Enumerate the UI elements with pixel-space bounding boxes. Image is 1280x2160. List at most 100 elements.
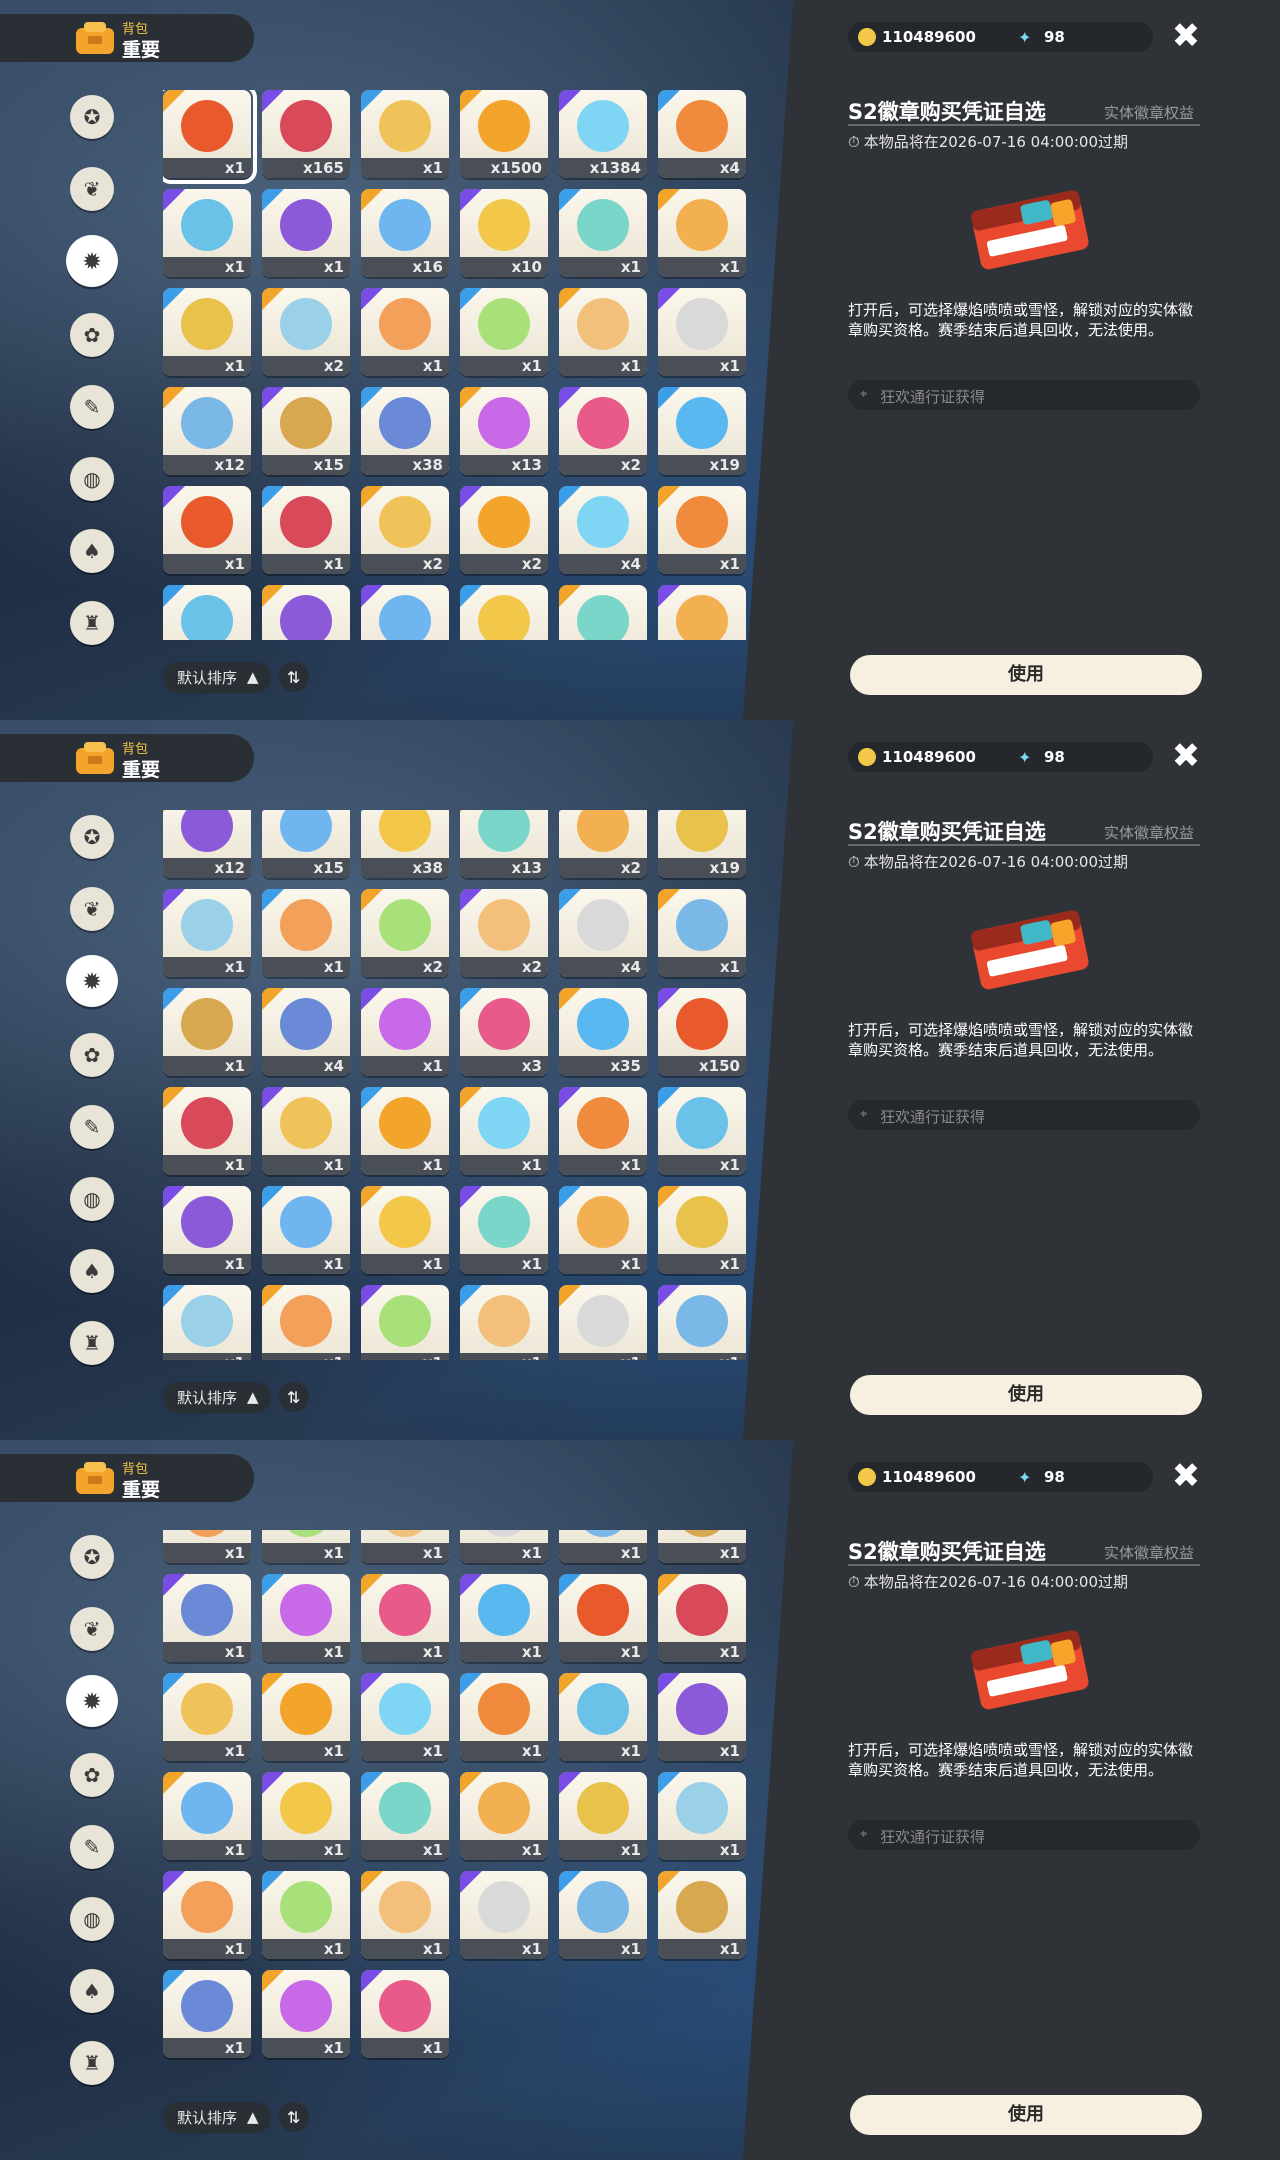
inventory-item[interactable]: x1 <box>460 1087 548 1175</box>
inventory-item[interactable]: x2 <box>460 486 548 574</box>
inventory-item[interactable]: x4 <box>262 988 350 1076</box>
inventory-item[interactable]: x15 <box>262 387 350 475</box>
close-icon[interactable]: ✖ <box>1168 18 1204 54</box>
inventory-item[interactable]: x1 <box>559 1186 647 1274</box>
inventory-item[interactable]: x38 <box>361 810 449 878</box>
inventory-item[interactable]: x4 <box>262 585 350 640</box>
inventory-item[interactable]: x12 <box>163 387 251 475</box>
sidebar-tab-scroll[interactable]: ✎ <box>70 385 114 429</box>
inventory-item[interactable]: x1 <box>460 1772 548 1860</box>
inventory-item[interactable]: x1 <box>559 1673 647 1761</box>
sidebar-tab-flower[interactable]: ✿ <box>70 1753 114 1797</box>
inventory-item[interactable]: x1 <box>460 1871 548 1959</box>
inventory-item[interactable]: x1 <box>262 486 350 574</box>
sidebar-tab-ball[interactable]: ◍ <box>70 457 114 501</box>
inventory-item[interactable]: x1 <box>262 1285 350 1360</box>
sidebar-tab-sofa[interactable]: ♜ <box>70 601 114 645</box>
item-grid-viewport[interactable]: x12 x15 x38 x13 x2 x19 x1 x1 x2 x2 x4 x1 x1 x4 x1 x3 x35… <box>163 810 753 1360</box>
inventory-item[interactable]: x1 <box>163 189 251 277</box>
inventory-item[interactable]: x1500 <box>460 90 548 178</box>
inventory-item[interactable]: x2 <box>559 810 647 878</box>
inventory-item[interactable]: x35 <box>559 988 647 1076</box>
inventory-item[interactable]: x1 <box>163 889 251 977</box>
inventory-item[interactable]: x2 <box>559 387 647 475</box>
inventory-item[interactable]: x1 <box>262 889 350 977</box>
inventory-item[interactable]: x1 <box>658 1574 746 1662</box>
inventory-item[interactable]: x2 <box>460 889 548 977</box>
inventory-item[interactable]: x1 <box>361 90 449 178</box>
inventory-item[interactable]: x4 <box>559 486 647 574</box>
inventory-item[interactable]: x1 <box>262 1970 350 2058</box>
inventory-item[interactable]: x1 <box>262 1087 350 1175</box>
sort-dropdown[interactable]: 默认排序 ▲ <box>163 2101 271 2133</box>
inventory-item[interactable]: x1 <box>559 1530 647 1563</box>
sidebar-tab-gear-star[interactable]: ✹ <box>66 235 118 287</box>
close-icon[interactable]: ✖ <box>1168 738 1204 774</box>
inventory-item[interactable]: x1 <box>658 189 746 277</box>
inventory-item[interactable]: x1 <box>163 1087 251 1175</box>
inventory-item[interactable]: x1 <box>361 1970 449 2058</box>
inventory-item[interactable]: x1 <box>658 1087 746 1175</box>
inventory-item[interactable]: x1 <box>559 1285 647 1360</box>
sidebar-tab-star[interactable]: ✪ <box>70 1535 114 1579</box>
inventory-item[interactable]: x13 <box>460 810 548 878</box>
inventory-item[interactable]: x13 <box>460 387 548 475</box>
sort-order-toggle[interactable]: ⇅ <box>278 2102 309 2132</box>
inventory-item[interactable]: x1 <box>658 1673 746 1761</box>
sidebar-tab-leaf[interactable]: ❦ <box>70 167 114 211</box>
inventory-item[interactable]: x12 <box>163 810 251 878</box>
inventory-item[interactable]: x1 <box>163 585 251 640</box>
sidebar-tab-leaf[interactable]: ❦ <box>70 1607 114 1651</box>
use-button[interactable]: 使用 <box>850 1375 1202 1415</box>
inventory-item[interactable]: x1 <box>361 585 449 640</box>
inventory-item[interactable]: x1384 <box>559 90 647 178</box>
sidebar-tab-gear-star[interactable]: ✹ <box>66 955 118 1007</box>
item-grid-viewport[interactable]: x1 x1 x1 x1 x1 x1 x1 x1 x1 x1 x1 x1 x1 x1 x1 x1 x1 x1 x1 x1… <box>163 1530 753 2080</box>
inventory-item[interactable]: x1 <box>658 1186 746 1274</box>
inventory-item[interactable]: x1 <box>163 1574 251 1662</box>
inventory-item[interactable]: x10 <box>460 189 548 277</box>
inventory-item[interactable]: x1 <box>361 988 449 1076</box>
inventory-item[interactable]: x1 <box>658 889 746 977</box>
sidebar-tab-flower[interactable]: ✿ <box>70 313 114 357</box>
inventory-item[interactable]: x1 <box>163 486 251 574</box>
inventory-item[interactable]: x1 <box>361 1530 449 1563</box>
sidebar-tab-ball[interactable]: ◍ <box>70 1177 114 1221</box>
sort-dropdown[interactable]: 默认排序 ▲ <box>163 1381 271 1413</box>
inventory-item[interactable]: x1 <box>262 1772 350 1860</box>
use-button[interactable]: 使用 <box>850 2095 1202 2135</box>
inventory-item[interactable]: x4 <box>658 90 746 178</box>
inventory-item[interactable]: x1 <box>361 1772 449 1860</box>
inventory-item[interactable]: x1 <box>460 1574 548 1662</box>
sidebar-tab-gear-star[interactable]: ✹ <box>66 1675 118 1727</box>
inventory-item[interactable]: x19 <box>658 810 746 878</box>
inventory-item[interactable]: x1 <box>658 288 746 376</box>
inventory-item[interactable]: x1 <box>361 288 449 376</box>
inventory-item[interactable]: x1 <box>559 1087 647 1175</box>
inventory-item[interactable]: x1 <box>460 288 548 376</box>
sidebar-tab-scroll[interactable]: ✎ <box>70 1105 114 1149</box>
inventory-item[interactable]: x1 <box>163 288 251 376</box>
inventory-item[interactable]: x1 <box>262 1530 350 1563</box>
inventory-item[interactable]: x15 <box>262 810 350 878</box>
inventory-item[interactable]: x1 <box>460 1186 548 1274</box>
inventory-item[interactable]: x1 <box>460 1673 548 1761</box>
sidebar-tab-ball[interactable]: ◍ <box>70 1897 114 1941</box>
inventory-item[interactable]: x1 <box>361 1285 449 1360</box>
inventory-item[interactable]: x1 <box>262 1871 350 1959</box>
inventory-item[interactable]: x1 <box>658 1285 746 1360</box>
sidebar-tab-acorn[interactable]: ♠ <box>70 1969 114 2013</box>
inventory-item[interactable]: x1 <box>163 1871 251 1959</box>
inventory-item[interactable]: x1 <box>262 1673 350 1761</box>
inventory-item[interactable]: x2 <box>361 889 449 977</box>
inventory-item[interactable]: x150 <box>658 585 746 640</box>
inventory-item[interactable]: x165 <box>262 90 350 178</box>
inventory-item[interactable]: x1 <box>163 90 257 184</box>
inventory-item[interactable]: x1 <box>262 1186 350 1274</box>
inventory-item[interactable]: x19 <box>658 387 746 475</box>
inventory-item[interactable]: x1 <box>163 1970 251 2058</box>
inventory-item[interactable]: x150 <box>658 988 746 1076</box>
item-grid-viewport[interactable]: x1 x165 x1 x1500 x1384 x4 x1 x1 x16 x10 x1 x1 x1 x2 x1… <box>163 90 753 640</box>
inventory-item[interactable]: x1 <box>361 1574 449 1662</box>
inventory-item[interactable]: x38 <box>361 387 449 475</box>
